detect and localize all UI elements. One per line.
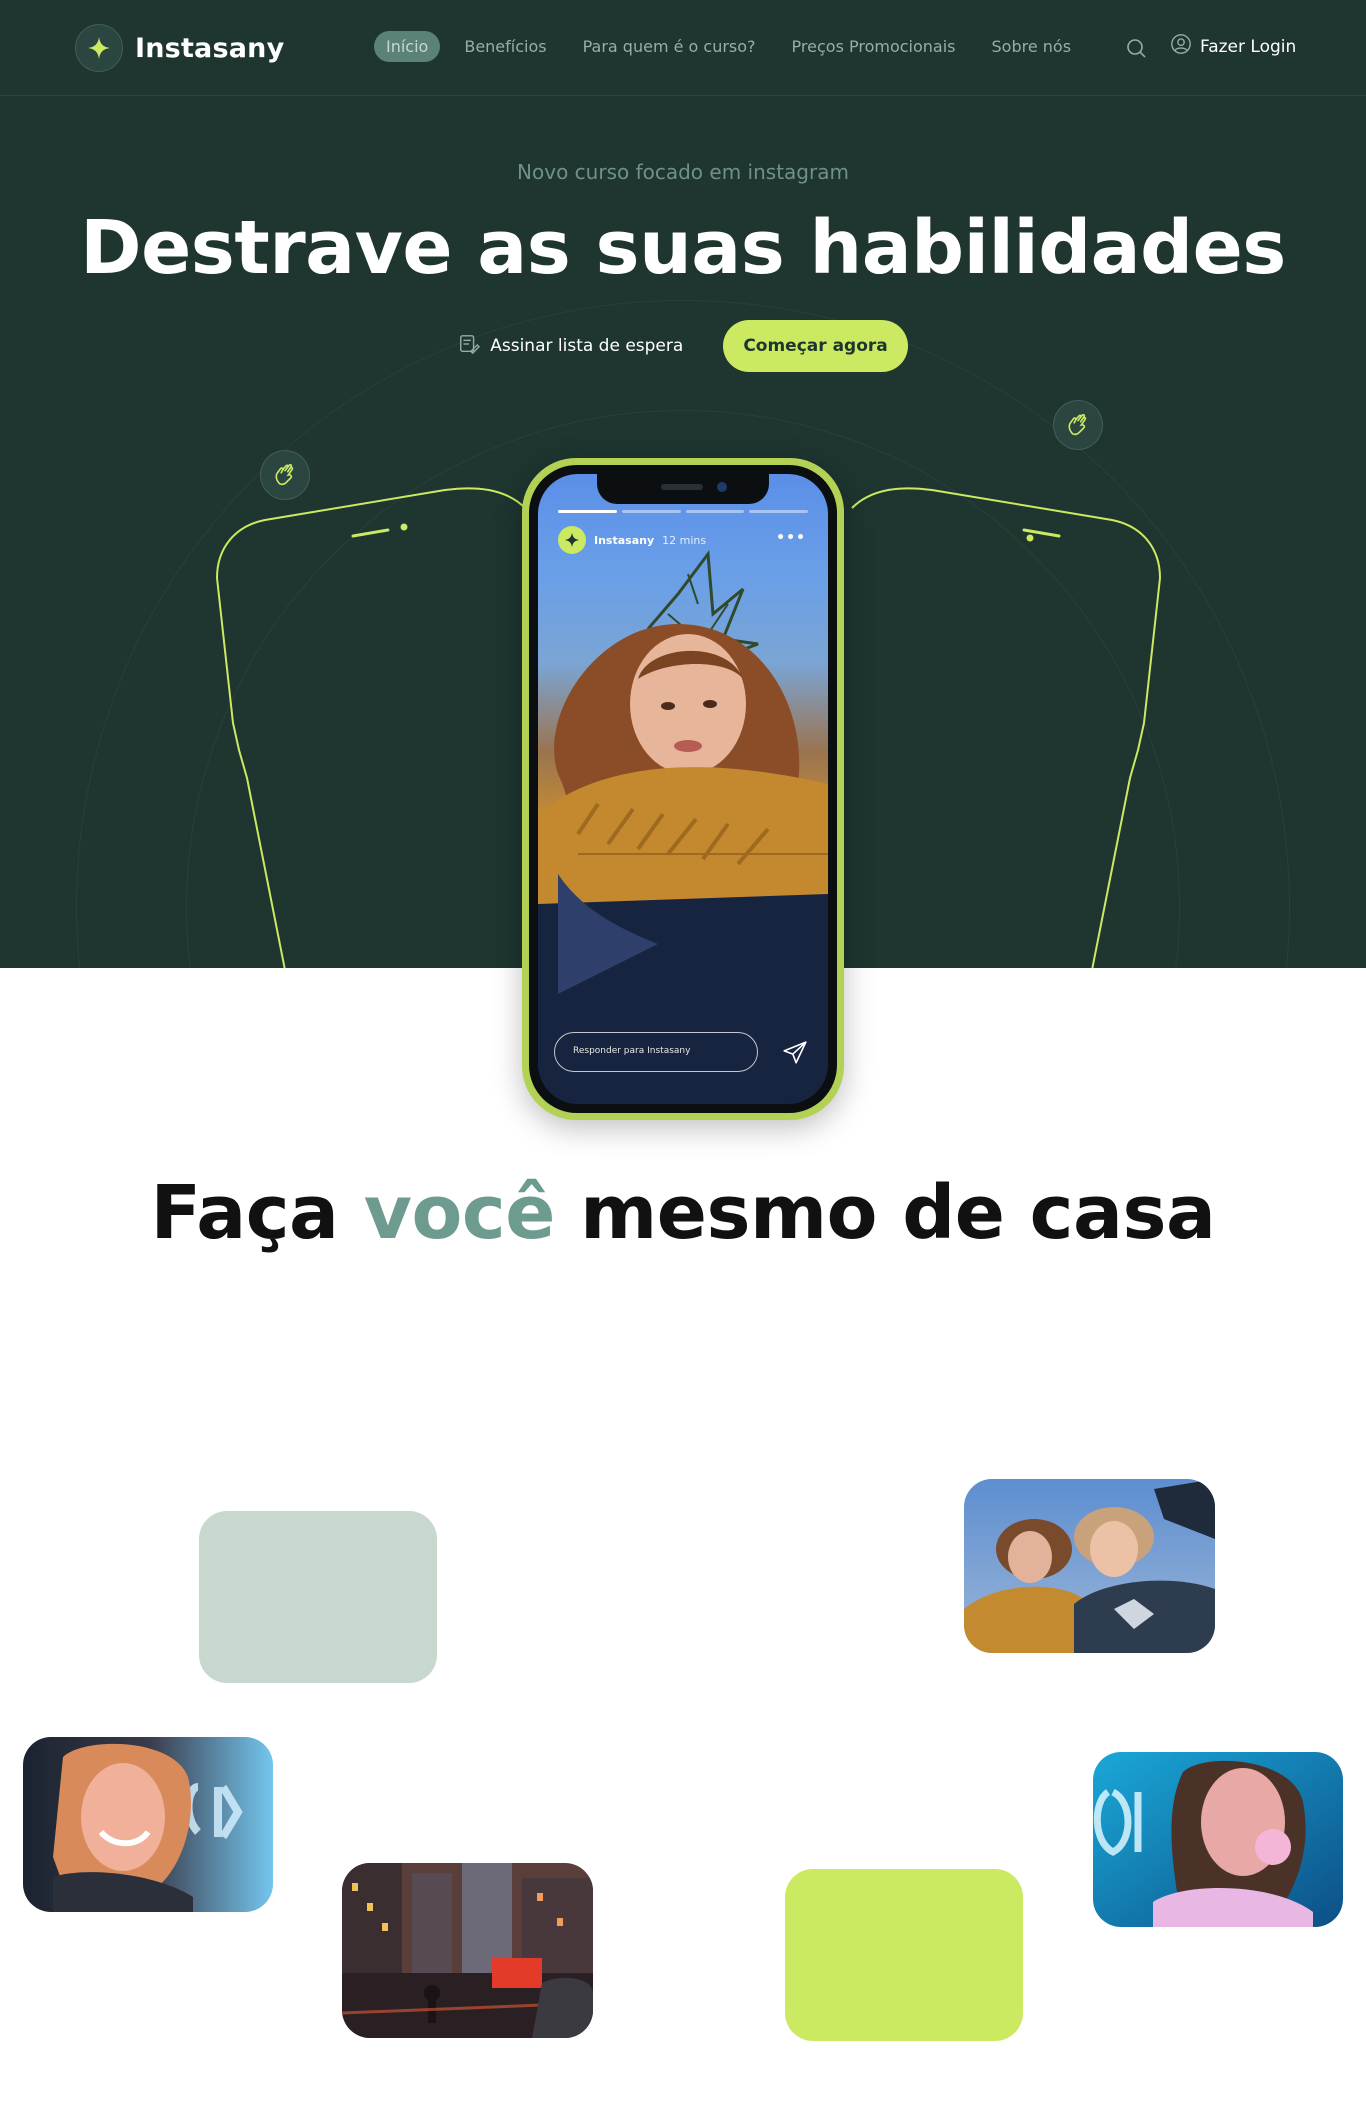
- nav-item-inicio[interactable]: Início: [374, 31, 441, 62]
- story-progress: [558, 510, 808, 513]
- two-girls-photo: [964, 1479, 1215, 1653]
- clapping-hands-icon: [1053, 400, 1103, 450]
- login-label: Fazer Login: [1200, 36, 1297, 57]
- nav-item-precos[interactable]: Preços Promocionais: [780, 31, 968, 62]
- brand-logo[interactable]: Instasany: [75, 24, 284, 72]
- top-navbar: Instasany Início Benefícios Para quem é …: [0, 0, 1366, 96]
- note-edit-icon: [458, 333, 481, 360]
- user-circle-icon: [1170, 33, 1192, 60]
- send-icon[interactable]: [782, 1040, 808, 1066]
- sparkle-icon: [75, 24, 123, 72]
- phone-outline-left: [215, 487, 526, 968]
- story-screen: Instasany 12 mins ••• Responder para Ins…: [538, 474, 828, 1104]
- phone-outline-right: [851, 487, 1162, 968]
- hero-cta-row: Assinar lista de espera Começar agora: [0, 320, 1366, 372]
- story-photo: [538, 549, 828, 1104]
- phone-mockup: Instasany 12 mins ••• Responder para Ins…: [522, 458, 844, 1120]
- city-street-photo: [342, 1863, 593, 2038]
- waitlist-label: Assinar lista de espera: [490, 336, 684, 356]
- section-title-end: mesmo de casa: [580, 1170, 1216, 1256]
- nav-item-sobre[interactable]: Sobre nós: [980, 31, 1084, 62]
- section-title: Faça você mesmo de casa: [0, 1170, 1366, 1256]
- more-dots-icon[interactable]: •••: [776, 530, 806, 546]
- nav-item-para-quem[interactable]: Para quem é o curso?: [571, 31, 768, 62]
- login-button[interactable]: Fazer Login: [1170, 33, 1296, 60]
- hero-eyebrow: Novo curso focado em instagram: [517, 160, 849, 184]
- section-title-accent: você: [363, 1170, 556, 1256]
- story-time: 12 mins: [662, 533, 707, 547]
- waitlist-button[interactable]: Assinar lista de espera: [458, 333, 683, 360]
- story-reply-input[interactable]: Responder para Instasany: [554, 1032, 758, 1072]
- nav-item-beneficios[interactable]: Benefícios: [452, 31, 558, 62]
- accent-card: [785, 1869, 1023, 2041]
- section-title-start: Faça: [150, 1170, 339, 1256]
- nav-menu: Início Benefícios Para quem é o curso? P…: [374, 31, 1083, 62]
- search-icon[interactable]: [1124, 36, 1148, 60]
- start-now-button[interactable]: Começar agora: [723, 320, 908, 372]
- smiling-girl-neon-photo: [23, 1737, 273, 1912]
- phone-notch: [597, 474, 769, 504]
- clapping-hands-icon: [260, 450, 310, 500]
- brand-name: Instasany: [135, 32, 285, 64]
- sparkle-icon: [558, 526, 586, 554]
- story-username: Instasany: [594, 533, 655, 547]
- story-user[interactable]: Instasany 12 mins: [558, 526, 706, 554]
- placeholder-card: [199, 1511, 437, 1683]
- bubblegum-girl-photo: [1093, 1752, 1343, 1927]
- phone-frame: Instasany 12 mins ••• Responder para Ins…: [529, 465, 837, 1113]
- hero-title: Destrave as suas habilidades: [80, 205, 1286, 291]
